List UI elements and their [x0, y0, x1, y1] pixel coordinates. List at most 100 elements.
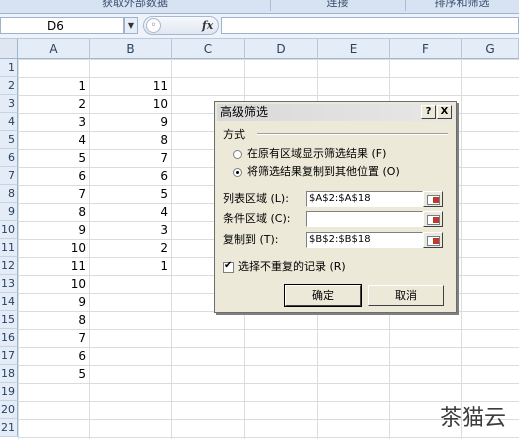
criteria-range-collapse-icon[interactable] — [423, 211, 443, 227]
group-divider — [257, 133, 448, 135]
cell-a[interactable]: 4 — [18, 131, 90, 149]
cell-b[interactable] — [90, 311, 172, 329]
cell-a[interactable]: 11 — [18, 257, 90, 275]
cell-a[interactable]: 10 — [18, 239, 90, 257]
ok-button[interactable]: 确定 — [284, 284, 362, 307]
cell-b[interactable]: 4 — [90, 203, 172, 221]
cell-a[interactable]: 7 — [18, 185, 90, 203]
ribbon-group-connections[interactable]: 连接 — [270, 0, 406, 11]
cell-a[interactable]: 6 — [18, 347, 90, 365]
list-range-collapse-icon[interactable] — [423, 191, 443, 207]
column-header-b[interactable]: B — [90, 39, 172, 59]
cell-a[interactable]: 7 — [18, 329, 90, 347]
cell-a[interactable]: 9 — [18, 293, 90, 311]
cell-b[interactable]: 2 — [90, 239, 172, 257]
ribbon-group-external-data[interactable]: 获取外部数据 — [0, 0, 271, 11]
row-header[interactable]: 21 — [0, 419, 18, 437]
expand-knob-icon[interactable]: ◦ — [146, 18, 161, 33]
cell-b[interactable] — [90, 293, 172, 311]
cell-b[interactable]: 6 — [90, 167, 172, 185]
formula-input[interactable] — [221, 17, 519, 34]
help-button[interactable]: ? — [421, 105, 436, 119]
row-header[interactable]: 18 — [0, 365, 18, 383]
cell-b[interactable] — [90, 383, 172, 401]
select-all-corner[interactable] — [0, 39, 18, 59]
cell-b[interactable]: 8 — [90, 131, 172, 149]
radio-in-place-row[interactable]: 在原有区域显示筛选结果 (F) — [233, 146, 386, 161]
cell-b[interactable] — [90, 59, 172, 77]
cell-a[interactable]: 5 — [18, 365, 90, 383]
row-header[interactable]: 19 — [0, 383, 18, 401]
row-header[interactable]: 1 — [0, 59, 18, 77]
cell-a[interactable]: 8 — [18, 203, 90, 221]
cell-b[interactable]: 11 — [90, 77, 172, 95]
cell-a[interactable] — [18, 59, 90, 77]
row-header[interactable]: 17 — [0, 347, 18, 365]
cell-a[interactable] — [18, 383, 90, 401]
formula-bar: D6 ▼ ◦ fx — [0, 14, 519, 39]
insert-function-icon[interactable]: fx — [202, 17, 213, 34]
cell-a[interactable]: 10 — [18, 275, 90, 293]
cell-b[interactable] — [90, 275, 172, 293]
cell-a[interactable]: 8 — [18, 311, 90, 329]
cell-b[interactable]: 9 — [90, 113, 172, 131]
cell-a[interactable]: 3 — [18, 113, 90, 131]
row-header[interactable]: 5 — [0, 131, 18, 149]
row-header[interactable]: 12 — [0, 257, 18, 275]
row-header[interactable]: 9 — [0, 203, 18, 221]
unique-records-label: 选择不重复的记录 (R) — [238, 260, 346, 273]
ribbon-group-sort-filter[interactable]: 排序和筛选 — [405, 0, 519, 11]
cell-b[interactable]: 5 — [90, 185, 172, 203]
cell-b[interactable]: 1 — [90, 257, 172, 275]
list-range-label: 列表区域 (L): — [223, 192, 289, 205]
name-box-dropdown-icon[interactable]: ▼ — [124, 17, 138, 34]
radio-copy-row[interactable]: 将筛选结果复制到其他位置 (O) — [233, 164, 400, 179]
cell-a[interactable]: 1 — [18, 77, 90, 95]
row-header[interactable]: 14 — [0, 293, 18, 311]
column-header-c[interactable]: C — [172, 39, 245, 59]
cell-a[interactable] — [18, 419, 90, 437]
cell-b[interactable] — [90, 401, 172, 419]
cell-b[interactable] — [90, 347, 172, 365]
cell-a[interactable] — [18, 401, 90, 419]
cell-b[interactable]: 3 — [90, 221, 172, 239]
column-header-g[interactable]: G — [462, 39, 519, 59]
cell-a[interactable]: 5 — [18, 149, 90, 167]
criteria-range-input[interactable] — [306, 211, 423, 227]
radio-copy[interactable] — [233, 167, 242, 177]
row-header[interactable]: 11 — [0, 239, 18, 257]
cell-b[interactable] — [90, 365, 172, 383]
radio-copy-label: 将筛选结果复制到其他位置 (O) — [247, 165, 400, 178]
radio-in-place[interactable] — [233, 149, 242, 159]
cell-a[interactable]: 9 — [18, 221, 90, 239]
row-header[interactable]: 4 — [0, 113, 18, 131]
row-header[interactable]: 13 — [0, 275, 18, 293]
column-header-a[interactable]: A — [18, 39, 90, 59]
unique-records-row[interactable]: ✔ 选择不重复的记录 (R) — [223, 260, 346, 274]
copy-to-input[interactable]: $B$2:$B$18 — [306, 232, 423, 248]
list-range-input[interactable]: $A$2:$A$18 — [306, 191, 423, 207]
row-header[interactable]: 8 — [0, 185, 18, 203]
row-header[interactable]: 2 — [0, 77, 18, 95]
column-header-d[interactable]: D — [245, 39, 318, 59]
cell-b[interactable] — [90, 329, 172, 347]
name-box[interactable]: D6 — [0, 17, 124, 34]
unique-records-checkbox[interactable]: ✔ — [223, 260, 234, 273]
cell-b[interactable]: 7 — [90, 149, 172, 167]
row-header[interactable]: 20 — [0, 401, 18, 419]
cell-b[interactable]: 10 — [90, 95, 172, 113]
column-header-f[interactable]: F — [390, 39, 462, 59]
close-button[interactable]: X — [437, 105, 452, 119]
column-header-e[interactable]: E — [318, 39, 390, 59]
row-header[interactable]: 10 — [0, 221, 18, 239]
cell-a[interactable]: 2 — [18, 95, 90, 113]
row-header[interactable]: 15 — [0, 311, 18, 329]
row-header[interactable]: 3 — [0, 95, 18, 113]
row-header[interactable]: 7 — [0, 167, 18, 185]
cell-a[interactable]: 6 — [18, 167, 90, 185]
cancel-button[interactable]: 取消 — [368, 285, 444, 306]
row-header[interactable]: 16 — [0, 329, 18, 347]
row-header[interactable]: 6 — [0, 149, 18, 167]
copy-to-collapse-icon[interactable] — [423, 232, 443, 248]
cell-b[interactable] — [90, 419, 172, 437]
